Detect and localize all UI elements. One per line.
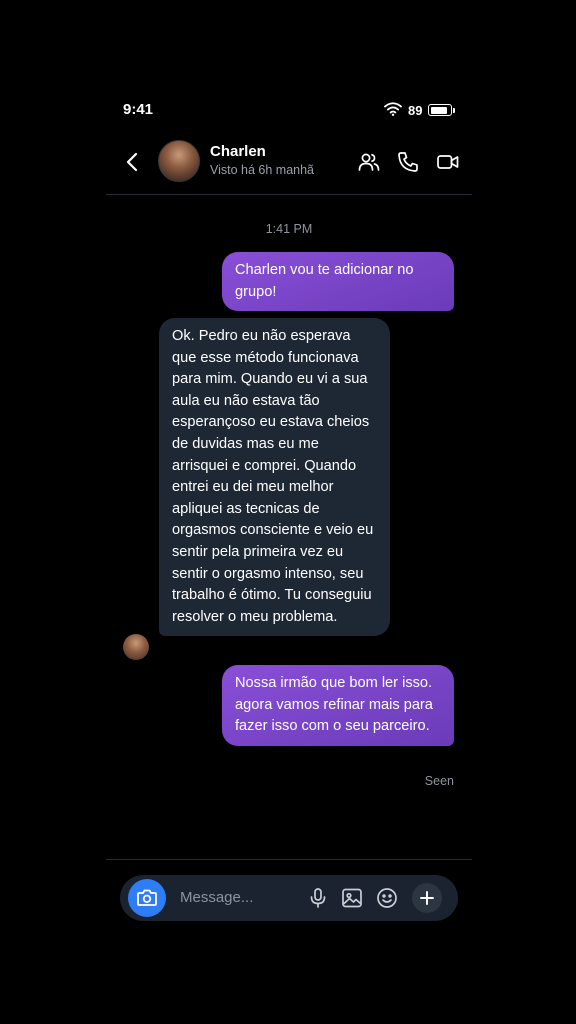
message-timestamp: 1:41 PM [265, 222, 313, 236]
add-attachment-button[interactable] [412, 883, 442, 913]
outgoing-message[interactable]: Charlen vou te adicionar no grupo! [222, 252, 454, 312]
phone-call-icon[interactable] [396, 150, 420, 174]
contact-name[interactable]: Charlen [210, 143, 266, 160]
sender-avatar [123, 634, 149, 660]
contact-avatar[interactable] [158, 140, 200, 182]
chat-header: Charlen Visto há 6h manhã [106, 130, 472, 195]
camera-icon [137, 889, 157, 906]
gallery-image-icon[interactable] [340, 886, 364, 910]
outgoing-message[interactable]: Nossa irmão que bom ler isso. agora vamo… [222, 665, 454, 746]
chat-screen: 9:41 89 Charlen Visto há 6h manhã 1:41 P… [106, 92, 472, 938]
status-time: 9:41 [123, 101, 154, 118]
wifi-icon [384, 102, 402, 121]
message-composer: Message... [120, 875, 458, 921]
message-input[interactable]: Message... [180, 889, 253, 906]
status-bar: 9:41 89 [106, 92, 472, 128]
back-arrow-icon[interactable] [123, 150, 143, 174]
microphone-icon[interactable] [306, 886, 330, 910]
camera-button[interactable] [128, 879, 166, 917]
incoming-message[interactable]: Ok. Pedro eu não esperava que esse métod… [159, 318, 390, 637]
divider [106, 859, 472, 860]
plus-icon [420, 891, 434, 905]
group-people-icon[interactable] [357, 150, 381, 174]
video-call-icon[interactable] [436, 150, 460, 174]
seen-receipt: Seen [424, 774, 454, 788]
emoji-icon[interactable] [375, 886, 399, 910]
battery-icon [428, 104, 455, 116]
battery-level: 89 [408, 103, 423, 118]
last-seen-status: Visto há 6h manhã [210, 163, 315, 177]
